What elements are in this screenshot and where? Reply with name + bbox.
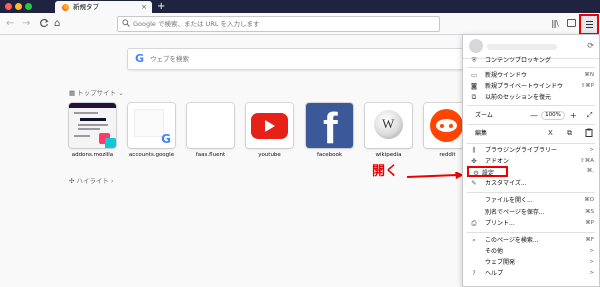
site-label: accounts.google <box>128 152 175 158</box>
account-email <box>487 44 557 50</box>
menu-item-help[interactable]: ? ヘルプ > <box>463 268 599 279</box>
reload-icon <box>40 18 49 28</box>
menu-item-settings[interactable]: ⚙ 設定 <box>467 166 508 177</box>
tab-bar: 新規タブ × + <box>0 0 600 13</box>
menu-item-more[interactable]: その他 > <box>463 246 599 257</box>
web-search-input[interactable] <box>150 53 450 65</box>
topsites-heading[interactable]: ▦ トップサイト ⌄ <box>69 89 124 98</box>
top-site-youtube[interactable]: youtube <box>246 103 293 158</box>
firefox-favicon-icon <box>62 4 69 11</box>
google-logo: G <box>161 132 171 146</box>
navigation-toolbar: ← → ⌂ |||\ <box>0 13 600 35</box>
menu-item-private-window[interactable]: ◙ 新規プライベートウインドウ ⇧⌘P <box>463 81 599 92</box>
copy-button[interactable]: ⧉ <box>567 128 572 139</box>
menu-item-library[interactable]: ⫼ ブラウジングライブラリー > <box>463 145 599 156</box>
top-site-fluent[interactable]: faas.fluent <box>187 103 234 158</box>
printer-icon: ⎙ <box>471 219 477 227</box>
avatar <box>469 39 483 53</box>
private-mask-icon: ◙ <box>470 82 478 90</box>
wikipedia-globe-icon: W <box>365 103 412 148</box>
site-label: youtube <box>258 152 281 158</box>
menu-item-save-page[interactable]: 別名でページを保存... ⌘S <box>463 207 599 218</box>
divider <box>467 232 595 233</box>
paste-button[interactable] <box>585 128 593 141</box>
paintbrush-icon: ✎ <box>471 179 477 187</box>
divider <box>467 67 595 68</box>
chevron-right-icon: › <box>110 177 114 185</box>
divider <box>467 192 595 193</box>
app-menu-panel: ⟳ ⛨ コンテンツブロッキング ▭ 新規ウインドウ ⌘N ◙ 新規プライベートウ… <box>462 34 600 287</box>
top-site-facebook[interactable]: f facebook <box>306 103 353 158</box>
restore-icon: ⧉ <box>471 93 477 101</box>
zoom-window-button[interactable] <box>25 3 32 10</box>
sidebar-icon[interactable] <box>567 19 576 27</box>
menu-zoom-row: ズーム — 100% + ⤢ <box>475 110 593 121</box>
top-site-wikipedia[interactable]: W wikipedia <box>365 103 412 158</box>
help-icon: ? <box>472 269 476 277</box>
web-search-box[interactable]: G <box>127 48 465 70</box>
site-label: addons.mozilla <box>71 152 114 158</box>
zoom-in-button[interactable]: + <box>570 110 577 121</box>
annotation-label: 開く <box>372 164 399 179</box>
menu-item-open-file[interactable]: ファイルを開く... ⌘O <box>463 195 599 206</box>
divider <box>467 143 595 144</box>
library-icon[interactable]: |||\ <box>551 19 559 29</box>
facebook-logo: f <box>306 103 353 148</box>
top-site-google[interactable]: G accounts.google <box>128 103 175 158</box>
search-icon <box>122 19 130 30</box>
site-thumbnail <box>69 103 116 148</box>
fullscreen-icon[interactable]: ⤢ <box>587 110 593 121</box>
menu-edit-row: 編集 X ⧉ <box>463 128 599 139</box>
search-icon: ⌕ <box>472 236 476 244</box>
back-button[interactable]: ← <box>6 18 14 30</box>
divider <box>467 105 595 106</box>
hamburger-menu-button[interactable] <box>579 14 599 35</box>
site-label: faas.fluent <box>195 152 226 158</box>
zoom-out-button[interactable]: — <box>530 110 538 121</box>
divider <box>467 124 595 125</box>
zoom-reset-button[interactable]: 100% <box>541 111 565 120</box>
cut-button[interactable]: X <box>548 128 553 139</box>
close-window-button[interactable] <box>5 3 12 10</box>
shield-icon: ⛨ <box>471 56 477 64</box>
new-tab-button[interactable]: + <box>157 0 165 13</box>
menu-item-find-in-page[interactable]: ⌕ このページを検索... ⌘F <box>463 235 599 246</box>
site-label: facebook <box>316 152 343 158</box>
site-label: wikipedia <box>375 152 402 158</box>
site-thumbnail: G <box>128 103 175 148</box>
tab-new-tab[interactable]: 新規タブ × <box>55 1 152 13</box>
reload-button[interactable] <box>39 18 49 32</box>
highlights-heading[interactable]: ✣ ハイライト › <box>69 177 114 186</box>
tab-title: 新規タブ <box>73 3 99 11</box>
home-button[interactable]: ⌂ <box>54 18 60 30</box>
url-input[interactable] <box>133 18 433 30</box>
annotation-arrow-icon <box>406 172 464 179</box>
library-icon: ⫼ <box>472 146 476 154</box>
tab-close-icon[interactable]: × <box>141 2 147 12</box>
chevron-down-icon: ⌄ <box>118 89 124 97</box>
hamburger-menu-icon <box>586 21 593 22</box>
menu-item-restore-session[interactable]: ⧉ 以前のセッションを復元 <box>463 92 599 103</box>
minimize-window-button[interactable] <box>15 3 22 10</box>
sync-icon[interactable]: ⟳ <box>587 41 594 51</box>
clipboard-icon <box>585 128 593 137</box>
youtube-logo <box>246 103 293 148</box>
menu-item-customize[interactable]: ✎ カスタマイズ... <box>463 178 599 189</box>
menu-item-new-window[interactable]: ▭ 新規ウインドウ ⌘N <box>463 70 599 81</box>
site-thumbnail <box>187 103 234 148</box>
forward-button[interactable]: → <box>22 18 30 30</box>
google-logo: G <box>135 52 145 65</box>
menu-item-web-developer[interactable]: ウェブ開発 > <box>463 257 599 268</box>
menu-item-content-blocking[interactable]: ⛨ コンテンツブロッキング <box>463 55 599 66</box>
grid-icon: ▦ <box>69 89 76 97</box>
top-site-addons[interactable]: addons.mozilla <box>69 103 116 158</box>
sparkle-icon: ✣ <box>69 177 75 185</box>
menu-item-print[interactable]: ⎙ プリント... ⌘P <box>463 218 599 229</box>
window-icon: ▭ <box>470 71 478 79</box>
menu-item-settings-shortcut: ⌘, <box>586 168 594 174</box>
url-bar[interactable] <box>117 16 440 32</box>
